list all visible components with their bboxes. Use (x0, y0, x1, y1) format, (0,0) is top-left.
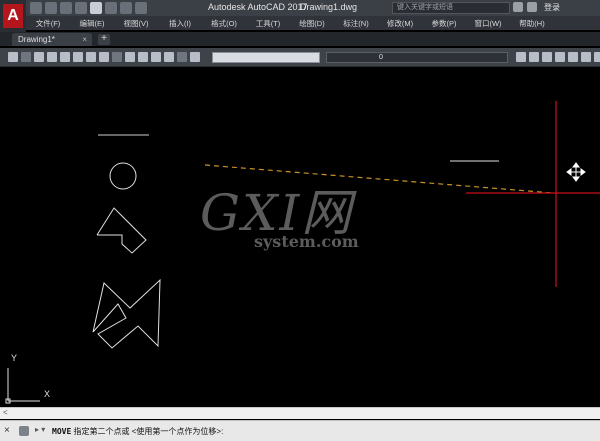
command-history-icon[interactable]: ▸ ▾ (35, 425, 45, 434)
redo-icon[interactable] (120, 2, 132, 14)
layer-lock-icon[interactable] (568, 52, 578, 62)
save-as-icon[interactable] (75, 2, 87, 14)
search-input[interactable]: 键入关键字或短语 (392, 2, 510, 14)
scroll-left-icon[interactable]: < (3, 408, 8, 417)
tab-label: Drawing1* (18, 35, 55, 44)
autocad-logo-icon[interactable]: A (0, 0, 26, 32)
ucs-y-label: Y (11, 353, 18, 363)
undo-toolbar-icon[interactable] (190, 52, 200, 62)
command-prompt: MOVE 指定第二个点或 <使用第一个点作为位移>: (52, 426, 223, 437)
toolbar: 0 (0, 48, 600, 67)
file-tab-bar: Drawing1* × + (0, 32, 600, 46)
close-icon[interactable]: × (4, 425, 10, 436)
command-name: MOVE (52, 427, 72, 436)
menu-file[interactable]: 文件(F) (26, 18, 70, 29)
layer-state-icon[interactable] (516, 52, 526, 62)
zigzag-object[interactable] (92, 278, 161, 349)
layer-on-icon[interactable] (594, 52, 600, 62)
drawing-canvas[interactable]: GXI网 system.com Y X (0, 68, 600, 406)
copy-icon[interactable] (138, 52, 148, 62)
menu-format[interactable]: 格式(O) (202, 18, 246, 29)
user-icon[interactable] (527, 2, 537, 12)
menu-bar: 文件(F) 编辑(E) 视图(V) 插入(I) 格式(O) 工具(T) 绘图(D… (26, 16, 600, 30)
quick-access-toolbar (30, 2, 147, 14)
watermark-domain: system.com (254, 232, 359, 251)
layer-previous-icon[interactable] (529, 52, 539, 62)
layer-value: 0 (379, 54, 383, 61)
print-icon[interactable] (90, 2, 102, 14)
save-toolbar-icon[interactable] (60, 52, 70, 62)
separator-icon (177, 52, 187, 62)
save-icon[interactable] (60, 2, 72, 14)
new-file-icon[interactable] (30, 2, 42, 14)
circle-object[interactable] (109, 162, 137, 190)
tab-drawing1[interactable]: Drawing1* × (12, 33, 92, 46)
ucs-x-label: X (44, 389, 51, 399)
undo-icon[interactable] (105, 2, 117, 14)
watermark-logo: GXI网 (200, 184, 354, 242)
menu-edit[interactable]: 编辑(E) (70, 18, 114, 29)
move-cursor-icon (566, 162, 586, 182)
menu-dimension[interactable]: 标注(N) (334, 18, 378, 29)
wrench-icon[interactable] (19, 426, 29, 436)
cut-icon[interactable] (125, 52, 135, 62)
menu-view[interactable]: 视图(V) (114, 18, 158, 29)
horizontal-scrollbar[interactable]: < (0, 407, 600, 419)
layer-isolate-icon[interactable] (542, 52, 552, 62)
command-prompt-text: 指定第二个点或 <使用第一个点作为位移>: (73, 427, 224, 436)
paste-icon[interactable] (151, 52, 161, 62)
separator-icon (112, 52, 122, 62)
preview-icon[interactable] (86, 52, 96, 62)
menu-draw[interactable]: 绘图(D) (290, 18, 334, 29)
binoculars-icon[interactable] (513, 2, 523, 12)
plot-icon[interactable] (73, 52, 83, 62)
menu-tools[interactable]: 工具(T) (246, 18, 290, 29)
login-button[interactable]: 登录 (544, 2, 560, 13)
layer-properties-icon[interactable] (8, 52, 18, 62)
workspace-dropdown[interactable] (212, 52, 320, 63)
document-title: Drawing1.dwg (300, 2, 358, 12)
new-icon[interactable] (34, 52, 44, 62)
title-bar: Autodesk AutoCAD 2017 Drawing1.dwg 键入关键字… (0, 0, 600, 16)
app-title: Autodesk AutoCAD 2017 (208, 2, 308, 12)
menu-insert[interactable]: 插入(I) (158, 18, 202, 29)
open-icon[interactable] (47, 52, 57, 62)
menu-parameters[interactable]: 参数(P) (422, 18, 466, 29)
new-tab-button[interactable]: + (98, 34, 110, 45)
menu-modify[interactable]: 修改(M) (378, 18, 422, 29)
layer-off-icon[interactable] (581, 52, 591, 62)
command-line[interactable]: × ▸ ▾ MOVE 指定第二个点或 <使用第一个点作为位移>: (0, 420, 600, 441)
separator-icon (21, 52, 31, 62)
close-icon[interactable]: × (82, 33, 87, 46)
ucs-icon (5, 368, 40, 404)
open-file-icon[interactable] (45, 2, 57, 14)
watermark: GXI网 system.com (200, 184, 359, 251)
polyline-object[interactable] (96, 207, 147, 254)
workspace-dropdown-icon[interactable] (135, 2, 147, 14)
layer-dropdown[interactable]: 0 (326, 52, 508, 63)
match-properties-icon[interactable] (164, 52, 174, 62)
menu-window[interactable]: 窗口(W) (466, 18, 510, 29)
layer-freeze-icon[interactable] (555, 52, 565, 62)
publish-icon[interactable] (99, 52, 109, 62)
menu-help[interactable]: 帮助(H) (510, 18, 554, 29)
